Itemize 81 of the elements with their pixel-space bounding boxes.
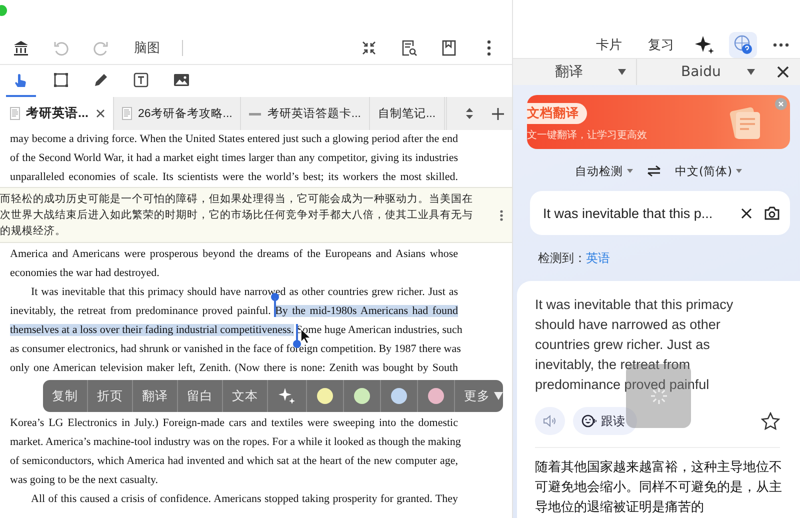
- pen-icon[interactable]: [93, 72, 109, 88]
- translation-text: 次世界大战结束后进入如此繁荣的时期时，它的市场比任何竞争对手都大八倍，使其工业具有无与: [0, 208, 474, 223]
- more-icon[interactable]: [500, 210, 503, 221]
- close-icon[interactable]: [96, 109, 105, 118]
- highlight-color-swatch[interactable]: [354, 388, 370, 404]
- engine-dropdown[interactable]: Baidu: [637, 59, 765, 85]
- sparkle-icon[interactable]: [695, 35, 715, 55]
- smiley-speaking-icon: [581, 414, 597, 428]
- document-search-icon[interactable]: [401, 39, 417, 57]
- document-text: inevitably, the retreat from predominance proved painful.: [10, 305, 271, 317]
- highlight-color-swatch[interactable]: [391, 388, 407, 404]
- document-text: only one American television maker left, Zenith. (Now there is none: Zenith was bought by South: [10, 362, 458, 374]
- translation-text: 而轻松的成功历史可能是一个可怕的障碍，但如果处理得当，它可能会成为一种驱动力。当美国在: [0, 192, 474, 207]
- document-text: as consumer electronics, had shrunk or vanished in the face of foreign competition. By 1987 there was: [10, 343, 461, 355]
- translation-text: 的规模经济。: [0, 224, 67, 239]
- source-language-dropdown[interactable]: 自动检测: [575, 164, 633, 178]
- document-text: America and Americans were prosperous beyond the dreams of the Europeans and Asians whose: [10, 248, 458, 260]
- sort-arrows-icon[interactable]: [465, 107, 474, 120]
- toolbar-action[interactable]: 复制: [43, 380, 88, 412]
- document-tab[interactable]: 自制笔记...: [370, 97, 445, 130]
- header-tab[interactable]: 复习: [635, 36, 687, 54]
- document-thumbnail-icon: [122, 107, 132, 120]
- collapse-icon[interactable]: [362, 41, 376, 55]
- clear-icon[interactable]: [741, 208, 752, 218]
- library-icon[interactable]: [13, 40, 29, 56]
- document-text: All of this caused a crisis of confidence. Americans stopped taking prosperity for granted. They: [31, 493, 458, 505]
- star-icon[interactable]: [761, 412, 780, 430]
- highlight-color-swatch[interactable]: [317, 388, 333, 404]
- more-icon[interactable]: [773, 43, 789, 47]
- banner-subtitle: 文一键翻译，让学习更高效: [527, 128, 648, 142]
- highlighted-text: themselves at a loss over their fading industrial competitiveness.: [10, 324, 294, 336]
- caret-icon: [494, 392, 503, 400]
- document-tab[interactable]: 考研英语答题卡...: [241, 97, 370, 130]
- document-text: market. America’s machine-tool industry was on the ropes. For a while it looked as though the making: [10, 436, 461, 448]
- document-text: of semiconductors, which America had invented and which sat at the heart of the new computer age,: [10, 455, 458, 467]
- document-text: was going to be the next casualty.: [10, 474, 158, 486]
- document-tab[interactable]: 考研英语...: [0, 97, 114, 130]
- caret-icon: [627, 169, 633, 173]
- bookmark-icon[interactable]: [442, 40, 456, 56]
- camera-icon[interactable]: [764, 206, 780, 220]
- close-icon: [778, 101, 784, 107]
- document-text: unparalleled economies of scale. Its scientists were the world’s best; its workers the most skilled.: [10, 171, 458, 183]
- image-icon[interactable]: [173, 72, 189, 88]
- document-text: It was inevitable that this primacy should have narrowed as other countries grew richer. Just as: [31, 286, 458, 298]
- translation-result: 随着其他国家越来越富裕，这种主导地位不可避免地会缩小。同样不可避免的是，从主导地位的退缩被证明是痛苦的: [535, 459, 783, 517]
- document-text: economies the war had destroyed.: [10, 267, 160, 279]
- toolbar-action[interactable]: 折页: [88, 380, 133, 412]
- source-text-field[interactable]: It was inevitable that this p...: [543, 206, 729, 220]
- caret-icon: [618, 69, 626, 75]
- pointer-hand-icon[interactable]: [13, 72, 29, 88]
- document-text: of the Second World War, it had a market eight times larger than any competitor, giving its industries: [10, 152, 458, 164]
- speaker-button[interactable]: [535, 407, 565, 435]
- highlight-color-swatch[interactable]: [428, 388, 444, 404]
- document-tab[interactable]: 26考研备考攻略...: [114, 97, 242, 130]
- toolbar-action[interactable]: 文本: [223, 380, 268, 412]
- toolbar-action[interactable]: 留白: [178, 380, 223, 412]
- source-text-field[interactable]: It was inevitable that this p...: [530, 191, 790, 235]
- document-text: may become a driving force. When the United States entered just such a glowing period after the end: [10, 133, 458, 145]
- highlighted-text: By the mid-1980s Americans had found: [275, 305, 458, 317]
- caret-icon: [736, 169, 742, 173]
- web-help-icon[interactable]: [733, 35, 753, 55]
- more-button[interactable]: 更多: [455, 380, 512, 412]
- rectangle-select-icon[interactable]: [53, 72, 69, 88]
- detected-label: 检测到：: [538, 250, 586, 266]
- add-tab-icon[interactable]: [492, 108, 504, 120]
- source-text: It was inevitable that this primacy should have narrowed as other countries grew richer. Just as inevitably, the retreat from predominance proved painful: [535, 296, 734, 394]
- mind-map-button[interactable]: 脑图: [134, 39, 160, 57]
- follow-read-button[interactable]: 跟读: [573, 407, 637, 435]
- more-icon[interactable]: [487, 40, 491, 56]
- speaker-icon: [543, 415, 557, 427]
- close-icon[interactable]: [777, 66, 789, 78]
- documents-icon: [728, 107, 762, 141]
- text-box-icon[interactable]: [133, 72, 149, 88]
- toolbar-action[interactable]: 翻译: [133, 380, 178, 412]
- document-text: Korea’s LG Electronics in July.) Foreign-made cars and textiles were sweeping into the domestic: [10, 417, 458, 429]
- target-language-dropdown[interactable]: 中文(简体): [675, 164, 742, 178]
- swap-icon[interactable]: [647, 165, 661, 177]
- banner-title: 文档翻译: [527, 102, 587, 124]
- caret-icon: [747, 69, 755, 75]
- header-tab[interactable]: 卡片: [583, 36, 635, 54]
- document-thumbnail-icon: [10, 107, 20, 120]
